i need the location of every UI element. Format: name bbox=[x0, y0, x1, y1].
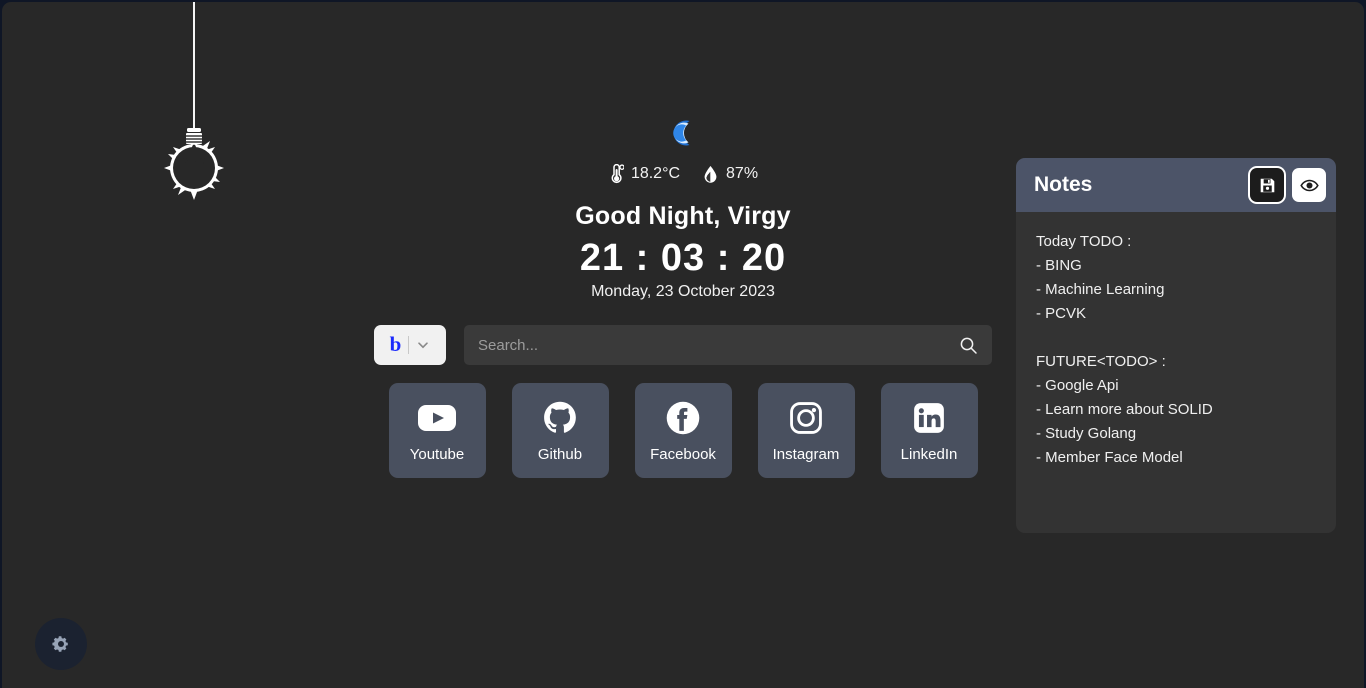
notes-save-button[interactable] bbox=[1250, 168, 1284, 202]
linkedin-icon bbox=[912, 399, 946, 437]
facebook-icon bbox=[666, 399, 700, 437]
crescent-moon-icon bbox=[673, 120, 690, 146]
notes-panel: Notes Today TODO: - BING - Machine Lear… bbox=[1016, 158, 1336, 533]
shortcut-label: LinkedIn bbox=[900, 445, 958, 463]
new-tab-page: 18.2°C 87% Good Night, Virgy 21 : 03 : 2… bbox=[2, 2, 1364, 688]
notes-header: Notes bbox=[1016, 158, 1336, 212]
bing-logo-icon: b bbox=[389, 331, 402, 356]
search-engine-selector[interactable]: b bbox=[374, 325, 446, 365]
notes-title: Notes bbox=[1034, 173, 1093, 196]
shortcut-github[interactable]: Github bbox=[511, 383, 609, 478]
thermometer-icon bbox=[611, 164, 624, 183]
instagram-icon bbox=[789, 399, 823, 437]
shortcut-youtube[interactable]: Youtube bbox=[388, 383, 486, 478]
search-icon[interactable] bbox=[959, 336, 978, 355]
chevron-down-icon bbox=[418, 342, 429, 349]
search-box[interactable] bbox=[464, 325, 992, 365]
shortcut-label: Github bbox=[537, 445, 583, 463]
shortcut-label: Facebook bbox=[650, 445, 716, 463]
gear-icon bbox=[52, 636, 68, 652]
moon-phase-indicator bbox=[2, 118, 1364, 158]
shortcut-linkedin[interactable]: LinkedIn bbox=[880, 383, 978, 478]
search-input[interactable] bbox=[478, 336, 959, 354]
floppy-disk-save-icon bbox=[1260, 178, 1274, 192]
shortcut-instagram[interactable]: Instagram bbox=[757, 383, 855, 478]
settings-button[interactable] bbox=[35, 618, 87, 670]
temperature-value: 18.2°C bbox=[630, 165, 681, 182]
youtube-icon bbox=[417, 399, 457, 437]
github-icon bbox=[543, 399, 577, 437]
notes-content[interactable]: Today TODO : - BING - Machine Learning -… bbox=[1016, 212, 1336, 488]
notes-actions bbox=[1250, 168, 1326, 202]
temperature-readout: 18.2°C bbox=[608, 164, 680, 184]
selector-divider bbox=[408, 336, 410, 354]
notes-preview-button[interactable] bbox=[1292, 168, 1326, 202]
humidity-value: 87% bbox=[726, 165, 759, 182]
eye-preview-icon bbox=[1299, 179, 1319, 191]
water-droplet-icon bbox=[704, 166, 717, 183]
shortcut-label: Instagram bbox=[772, 445, 840, 463]
shortcut-label: Youtube bbox=[409, 445, 465, 463]
humidity-readout: 87% bbox=[702, 164, 758, 184]
shortcut-facebook[interactable]: Facebook bbox=[634, 383, 732, 478]
